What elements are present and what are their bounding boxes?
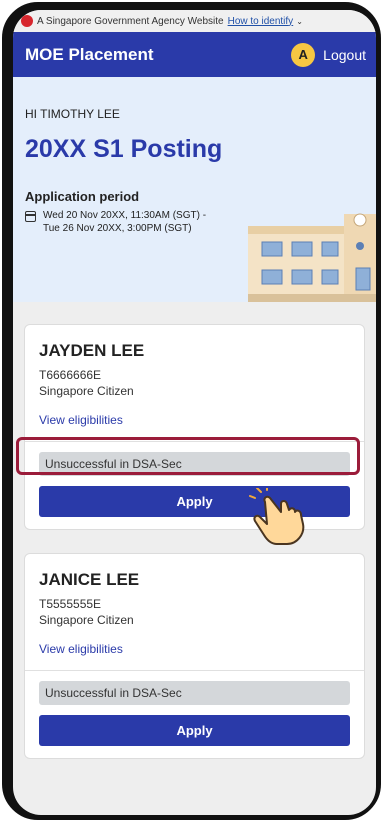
child-nric: T6666666E: [39, 368, 102, 382]
view-eligibilities-link[interactable]: View eligibilities: [39, 642, 123, 656]
status-highlight-box: [16, 437, 360, 475]
period-start: Wed 20 Nov 20XX, 11:30AM (SGT) -: [43, 210, 207, 221]
apply-button[interactable]: Apply: [39, 715, 350, 746]
app-title: MOE Placement: [25, 44, 154, 64]
lion-head-icon: [21, 15, 33, 27]
child-card: JANICE LEE T5555555E Singapore Citizen V…: [24, 553, 365, 759]
hero-banner: HI TIMOTHY LEE 20XX S1 Posting Applicati…: [13, 77, 376, 302]
child-name: JANICE LEE: [39, 570, 140, 589]
app-header: MOE Placement A Logout: [13, 32, 376, 77]
gov-banner: A Singapore Government Agency Website Ho…: [13, 10, 376, 32]
application-period-label: Application period: [25, 189, 140, 204]
chevron-down-icon[interactable]: ⌄: [296, 17, 303, 26]
view-eligibilities-link[interactable]: View eligibilities: [39, 413, 123, 427]
status-badge: Unsuccessful in DSA-Sec: [39, 681, 350, 705]
phone-frame: A Singapore Government Agency Website Ho…: [2, 2, 381, 820]
child-card: JAYDEN LEE T6666666E Singapore Citizen V…: [24, 324, 365, 530]
gov-banner-text: A Singapore Government Agency Website: [37, 15, 224, 27]
school-building-illustration: [248, 213, 376, 302]
calendar-icon: [25, 211, 36, 222]
avatar[interactable]: A: [291, 42, 316, 67]
page-title: 20XX S1 Posting: [25, 135, 223, 163]
phone-screen: A Singapore Government Agency Website Ho…: [13, 10, 376, 815]
child-info: JAYDEN LEE T6666666E Singapore Citizen V…: [25, 325, 364, 441]
child-info: JANICE LEE T5555555E Singapore Citizen V…: [25, 554, 364, 670]
child-name: JAYDEN LEE: [39, 341, 145, 360]
how-to-identify-link[interactable]: How to identify: [228, 16, 294, 27]
greeting: HI TIMOTHY LEE: [25, 107, 120, 121]
child-citizenship: Singapore Citizen: [39, 613, 134, 627]
period-end: Tue 26 Nov 20XX, 3:00PM (SGT): [43, 223, 192, 234]
logout-button[interactable]: Logout: [323, 47, 366, 63]
child-citizenship: Singapore Citizen: [39, 384, 134, 398]
child-actions: Unsuccessful in DSA-Sec Apply: [25, 670, 364, 758]
header-actions: A Logout: [291, 42, 366, 67]
pointing-hand-icon: [249, 488, 305, 545]
application-period: Wed 20 Nov 20XX, 11:30AM (SGT) - Tue 26 …: [25, 209, 206, 235]
children-list: JAYDEN LEE T6666666E Singapore Citizen V…: [13, 302, 376, 759]
child-nric: T5555555E: [39, 597, 102, 611]
